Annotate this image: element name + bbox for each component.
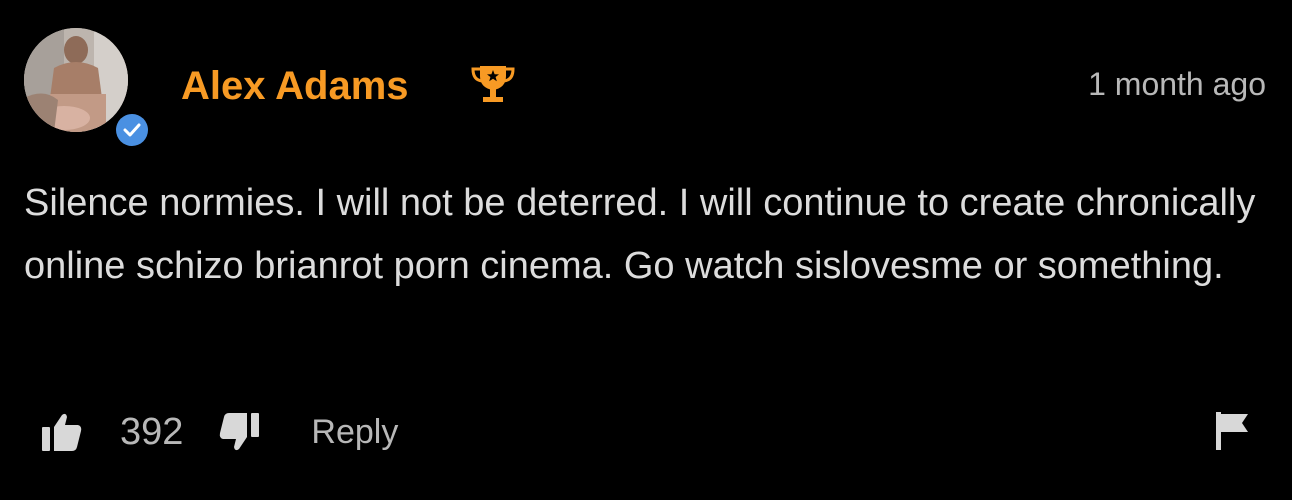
thumbs-down-icon[interactable] xyxy=(217,411,261,453)
reply-button[interactable]: Reply xyxy=(311,404,398,460)
verified-badge xyxy=(112,110,152,150)
comment-body: Silence normies. I will not be deterred.… xyxy=(24,182,1256,287)
comment-actions: 392 Reply xyxy=(40,404,398,460)
username[interactable]: Alex Adams xyxy=(181,62,409,110)
thumbs-up-icon[interactable] xyxy=(40,411,84,453)
avatar-image xyxy=(24,28,128,132)
comment-timestamp: 1 month ago xyxy=(1088,66,1266,102)
trophy-icon xyxy=(471,66,515,102)
verified-check-icon xyxy=(123,123,141,137)
avatar[interactable] xyxy=(24,28,128,132)
comment-item: Alex Adams 1 month ago Silence normies. … xyxy=(0,0,1292,500)
flag-icon[interactable] xyxy=(1214,410,1250,452)
like-count: 392 xyxy=(120,411,184,453)
